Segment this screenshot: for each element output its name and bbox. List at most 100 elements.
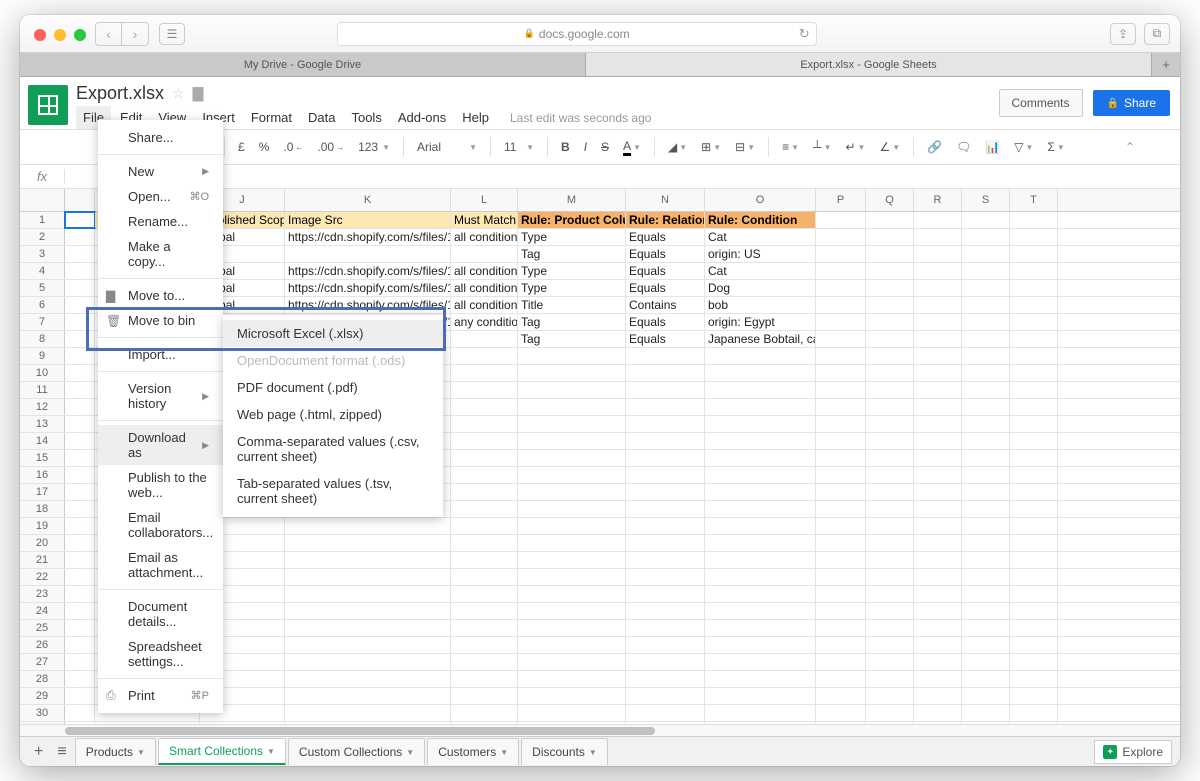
cell[interactable] <box>1010 229 1058 245</box>
new-tab-button[interactable]: + <box>1152 53 1180 76</box>
row-head[interactable]: 26 <box>20 637 65 653</box>
row-head[interactable]: 12 <box>20 399 65 415</box>
cell[interactable] <box>705 654 816 670</box>
cell[interactable]: Equals <box>626 280 705 296</box>
cell[interactable] <box>866 416 914 432</box>
cell[interactable]: bob <box>705 297 816 313</box>
row-head[interactable]: 14 <box>20 433 65 449</box>
cell[interactable] <box>962 671 1010 687</box>
cell[interactable] <box>1010 484 1058 500</box>
cell[interactable] <box>285 671 451 687</box>
cell[interactable] <box>962 535 1010 551</box>
cell[interactable] <box>518 467 626 483</box>
col-head-K[interactable]: K <box>285 189 451 211</box>
cell[interactable] <box>705 569 816 585</box>
cell[interactable] <box>705 484 816 500</box>
cell[interactable] <box>1010 637 1058 653</box>
cell[interactable] <box>626 586 705 602</box>
cell[interactable] <box>705 552 816 568</box>
cell[interactable] <box>1010 399 1058 415</box>
cell[interactable] <box>626 637 705 653</box>
cell[interactable]: Rule: Condition <box>705 212 816 228</box>
menu-make-copy[interactable]: Make a copy... <box>98 234 223 274</box>
cell[interactable] <box>914 399 962 415</box>
row-head[interactable]: 13 <box>20 416 65 432</box>
sheets-logo[interactable] <box>28 85 68 125</box>
cell[interactable] <box>962 654 1010 670</box>
cell[interactable]: Must Match <box>451 212 518 228</box>
cell[interactable] <box>866 518 914 534</box>
download-csv[interactable]: Comma-separated values (.csv, current sh… <box>223 428 443 470</box>
cell[interactable] <box>816 569 866 585</box>
cell[interactable] <box>962 331 1010 347</box>
explore-button[interactable]: Explore <box>1094 740 1172 764</box>
cell[interactable] <box>285 688 451 704</box>
cell[interactable] <box>962 263 1010 279</box>
borders-button[interactable]: ⊞ ▼ <box>696 137 726 157</box>
cell[interactable] <box>962 365 1010 381</box>
cell[interactable] <box>914 688 962 704</box>
cell[interactable] <box>518 569 626 585</box>
row-head[interactable]: 25 <box>20 620 65 636</box>
col-head-M[interactable]: M <box>518 189 626 211</box>
menu-addons[interactable]: Add-ons <box>391 106 453 129</box>
cell[interactable] <box>518 399 626 415</box>
valign-button[interactable]: ┴ ▼ <box>808 137 836 157</box>
cell[interactable] <box>451 433 518 449</box>
cell[interactable] <box>626 467 705 483</box>
all-sheets-button[interactable]: ≡ <box>51 739 72 765</box>
cell[interactable] <box>1010 535 1058 551</box>
cell[interactable] <box>451 705 518 721</box>
cell[interactable] <box>816 484 866 500</box>
cell[interactable]: Cat <box>705 229 816 245</box>
cell[interactable] <box>962 569 1010 585</box>
row-head[interactable]: 24 <box>20 603 65 619</box>
cell[interactable] <box>518 637 626 653</box>
col-head-R[interactable]: R <box>914 189 962 211</box>
cell[interactable]: https://cdn.shopify.com/s/files/1/1025/5 <box>285 229 451 245</box>
cell[interactable] <box>962 552 1010 568</box>
cell[interactable] <box>914 637 962 653</box>
download-tsv[interactable]: Tab-separated values (.tsv, current shee… <box>223 470 443 512</box>
cell[interactable]: origin: Egypt <box>705 314 816 330</box>
cell[interactable] <box>1010 467 1058 483</box>
cell[interactable] <box>914 501 962 517</box>
cell[interactable] <box>914 382 962 398</box>
window-minimize-button[interactable] <box>54 29 66 41</box>
cell[interactable] <box>285 246 451 262</box>
font-size-select[interactable]: 11 ▼ <box>499 138 539 156</box>
cell[interactable] <box>816 654 866 670</box>
cell[interactable] <box>705 603 816 619</box>
cell[interactable] <box>626 450 705 466</box>
cell[interactable]: https://cdn.shopify.com/s/files/1/1025/5 <box>285 263 451 279</box>
cell[interactable] <box>914 263 962 279</box>
cell[interactable] <box>1010 603 1058 619</box>
menu-move-to-bin[interactable]: 🗑Move to bin <box>98 308 223 333</box>
cell[interactable] <box>866 501 914 517</box>
cell[interactable] <box>518 348 626 364</box>
cell[interactable]: all conditions <box>451 263 518 279</box>
hscrollbar[interactable] <box>20 724 1180 736</box>
cell[interactable] <box>816 620 866 636</box>
tabs-icon[interactable]: ⧉ <box>1144 23 1170 45</box>
cell[interactable] <box>914 518 962 534</box>
cell[interactable] <box>914 416 962 432</box>
download-pdf[interactable]: PDF document (.pdf) <box>223 374 443 401</box>
cell[interactable] <box>518 620 626 636</box>
cell[interactable] <box>816 586 866 602</box>
cell[interactable] <box>914 314 962 330</box>
cell[interactable] <box>451 382 518 398</box>
cell[interactable] <box>626 365 705 381</box>
cell[interactable]: Type <box>518 229 626 245</box>
cell[interactable] <box>451 501 518 517</box>
row-head[interactable]: 17 <box>20 484 65 500</box>
cell[interactable] <box>914 433 962 449</box>
sheet-tab[interactable]: Custom Collections ▼ <box>288 738 425 765</box>
row-head[interactable]: 20 <box>20 535 65 551</box>
cell[interactable] <box>866 586 914 602</box>
cell[interactable] <box>866 467 914 483</box>
cell[interactable] <box>626 518 705 534</box>
text-color-button[interactable]: A ▼ <box>618 136 646 159</box>
cell[interactable] <box>451 467 518 483</box>
cell[interactable] <box>518 382 626 398</box>
